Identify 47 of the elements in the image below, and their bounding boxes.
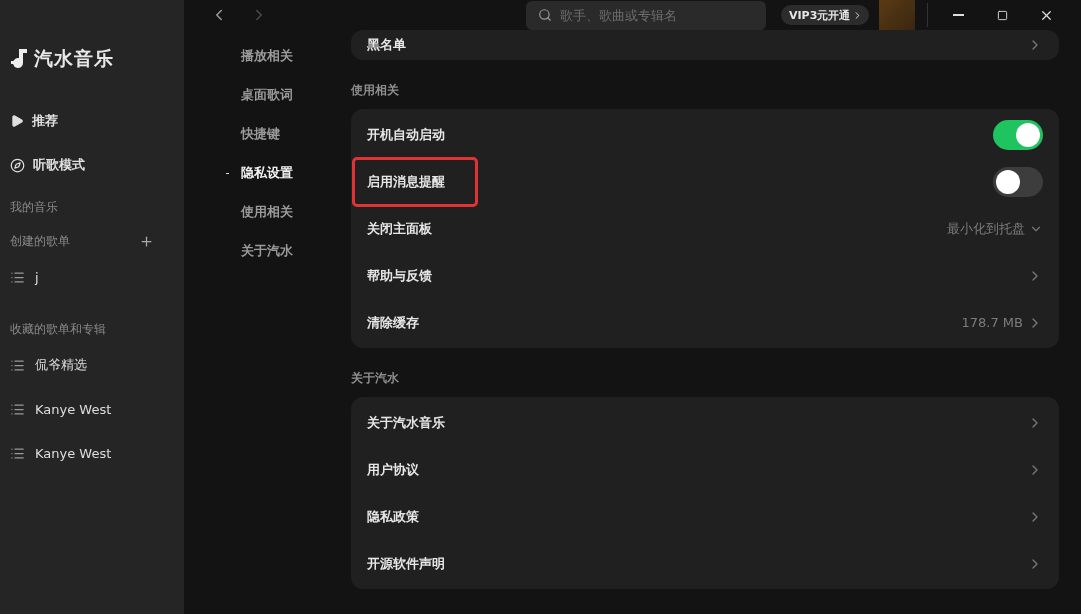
selected-indicator bbox=[226, 172, 229, 174]
settings-nav-item[interactable]: 播放相关 bbox=[241, 46, 293, 66]
setting-label: 用户协议 bbox=[367, 460, 419, 479]
dropdown-value[interactable]: 最小化到托盘 bbox=[947, 219, 1025, 238]
playlist-item[interactable]: j bbox=[10, 266, 174, 288]
playlist-item[interactable]: 侃爷精选 bbox=[10, 354, 174, 376]
list-icon bbox=[10, 401, 25, 417]
settings-nav-item[interactable]: 关于汽水 bbox=[241, 241, 293, 261]
setting-label: 隐私政策 bbox=[367, 507, 419, 526]
play-icon bbox=[10, 114, 24, 128]
section-title: 创建的歌单 bbox=[10, 232, 70, 250]
nav-item[interactable]: 推荐 bbox=[10, 110, 174, 132]
setting-label: 开源软件声明 bbox=[367, 554, 445, 573]
toggle-switch[interactable] bbox=[993, 119, 1043, 150]
toggle-switch[interactable] bbox=[993, 166, 1043, 197]
app-logo-text: 汽水音乐 bbox=[34, 46, 114, 71]
highlighted-setting-label: 启用消息提醒 bbox=[355, 159, 475, 204]
group-title: 使用相关 bbox=[351, 82, 400, 98]
add-icon[interactable] bbox=[139, 233, 154, 249]
search-field[interactable]: 歌手、歌曲或专辑名 bbox=[558, 6, 742, 24]
setting-label: 黑名单 bbox=[367, 36, 406, 54]
setting-label: 关于汽水音乐 bbox=[367, 413, 445, 432]
setting-value: 178.7 MB bbox=[961, 315, 1023, 330]
minimize-icon bbox=[952, 14, 964, 16]
search-icon bbox=[538, 8, 552, 22]
vip-button[interactable]: VIP3元开通 bbox=[781, 5, 870, 25]
playlist-item[interactable]: Kanye West bbox=[10, 398, 174, 420]
list-icon bbox=[10, 357, 25, 373]
settings-nav-item[interactable]: 快捷键 bbox=[241, 124, 280, 144]
section-title: 我的音乐 bbox=[10, 198, 58, 216]
playlist-item[interactable]: Kanye West bbox=[10, 442, 174, 464]
nav-item[interactable]: 听歌模式 bbox=[10, 154, 174, 176]
section-title: 收藏的歌单和专辑 bbox=[10, 320, 106, 338]
setting-label: 帮助与反馈 bbox=[367, 266, 432, 285]
list-icon bbox=[10, 445, 25, 461]
compass-icon bbox=[10, 157, 25, 173]
setting-label: 关闭主面板 bbox=[367, 219, 432, 238]
search-bar[interactable]: 歌手、歌曲或专辑名 bbox=[526, 0, 766, 30]
music-note-logo-icon bbox=[10, 48, 30, 70]
settings-nav-item[interactable]: 使用相关 bbox=[241, 202, 293, 222]
group-title: 关于汽水 bbox=[351, 370, 400, 386]
settings-nav-item[interactable]: 隐私设置 bbox=[241, 163, 293, 183]
maximize-icon bbox=[996, 9, 1008, 21]
settings-nav-item[interactable]: 桌面歌词 bbox=[241, 85, 293, 105]
setting-label: 开机自动启动 bbox=[367, 125, 445, 144]
setting-label: 清除缓存 bbox=[367, 313, 419, 332]
list-icon bbox=[10, 269, 25, 285]
